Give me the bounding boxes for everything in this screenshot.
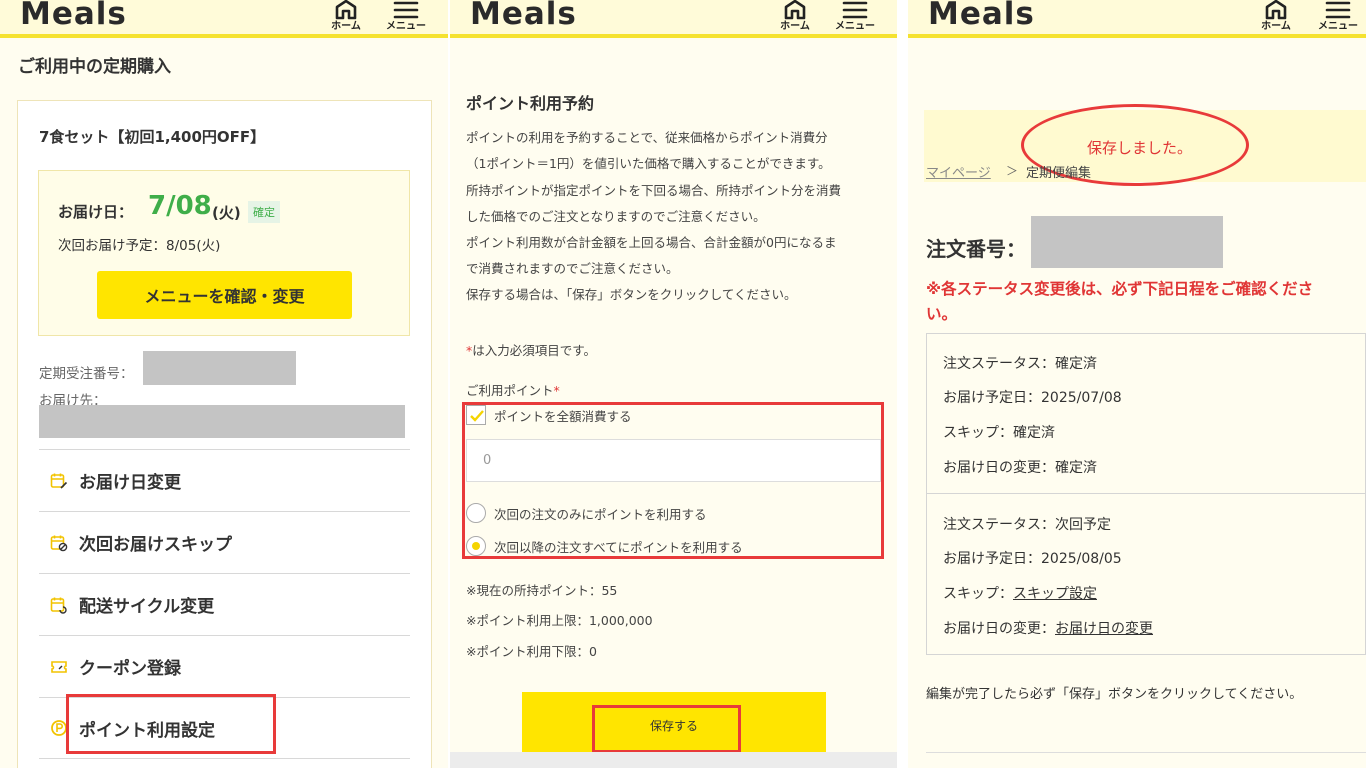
menu-nav[interactable]: メニュー: [384, 0, 428, 36]
app-header: Meals ホーム メニュー: [450, 0, 897, 38]
skip-next: スキップ：スキップ設定: [943, 586, 1097, 602]
footer-note: 編集が完了したら必ず「保存」ボタンをクリックしてください。: [926, 687, 1303, 702]
order-number-label: 定期受注番号：: [39, 366, 134, 382]
points-input[interactable]: [466, 439, 881, 482]
menu-nav[interactable]: メニュー: [833, 0, 877, 36]
plan-name: 7食セット【初回1,400円OFF】: [39, 128, 266, 146]
section-title: ポイント利用予約: [466, 94, 595, 113]
skip-setting-link[interactable]: スキップ設定: [1013, 586, 1097, 602]
home-nav[interactable]: ホーム: [1254, 0, 1298, 36]
save-button[interactable]: 保存する: [522, 692, 826, 758]
row-skip-next[interactable]: 次回お届けスキップ: [39, 511, 410, 573]
home-nav[interactable]: ホーム: [324, 0, 368, 36]
body-line: した価格でのご注文となりますのでご注意ください。: [466, 209, 766, 224]
calendar-cycle-icon: [50, 597, 67, 614]
menu-nav[interactable]: メニュー: [1316, 0, 1360, 36]
row-label: お届け日変更: [79, 473, 181, 493]
logo[interactable]: Meals: [470, 0, 577, 32]
row-label: 配送サイクル変更: [79, 597, 215, 617]
row-coupon[interactable]: クーポン登録: [39, 635, 410, 697]
option-next-only[interactable]: 次回の注文のみにポイントを利用する: [466, 503, 707, 523]
delivery-date: 7/08: [148, 191, 212, 221]
redacted-address: [39, 405, 405, 438]
breadcrumb-mypage-link[interactable]: マイページ: [926, 162, 991, 181]
row-delivery-cycle[interactable]: 配送サイクル変更: [39, 573, 410, 635]
home-nav[interactable]: ホーム: [773, 0, 817, 36]
breadcrumb-current: 定期便編集: [1026, 166, 1092, 181]
row-label: クーポン登録: [79, 659, 181, 679]
logo[interactable]: Meals: [928, 0, 1035, 32]
skip-current: スキップ：確定済: [943, 425, 1055, 441]
browser-bottom-bar: [450, 752, 897, 768]
warning-line-2: い。: [926, 305, 958, 323]
body-line: ポイントの利用を予約することで、従来価格からポイント消費分: [466, 130, 828, 145]
use-all-points-checkbox[interactable]: [466, 405, 486, 425]
hamburger-icon: [393, 1, 419, 19]
delivery-label: お届け日：: [58, 203, 134, 221]
status-current: 注文ステータス：確定済: [943, 356, 1097, 372]
radio-all-after[interactable]: [466, 536, 486, 556]
breadcrumb-separator: ＞: [1006, 164, 1019, 178]
hamburger-icon: [1325, 1, 1351, 19]
point-icon: [51, 720, 67, 736]
redacted-order-number: [143, 351, 296, 385]
warning-line-1: ※各ステータス変更後は、必ず下記日程をご確認くださ: [926, 280, 1314, 298]
divider: [926, 752, 1366, 753]
change-current: お届け日の変更：確定済: [943, 460, 1097, 476]
status-next: 注文ステータス：次回予定: [943, 517, 1111, 533]
page-title: ご利用中の定期購入: [18, 57, 171, 77]
body-line: （1ポイント＝1円）を値引いた価格で購入することができます。: [466, 156, 831, 171]
calendar-edit-icon: [50, 473, 68, 489]
home-icon: [335, 0, 357, 20]
row-label: 次回お届けスキップ: [79, 535, 232, 555]
radio-next-only[interactable]: [466, 503, 486, 523]
points-label: ご利用ポイント*: [466, 383, 560, 398]
min-points: ※ポイント利用下限：0: [466, 644, 597, 659]
change-next: お届け日の変更：お届け日の変更: [943, 621, 1153, 637]
current-points: ※現在の所持ポイント：55: [466, 583, 618, 598]
option-all-after[interactable]: 次回以降の注文すべてにポイントを利用する: [466, 536, 743, 556]
body-line: ポイント利用数が合計金額を上回る場合、合計金額が0円になるま: [466, 235, 837, 250]
delivery-date-change-link[interactable]: お届け日の変更: [1055, 621, 1153, 637]
body-line: で消費されますのでご注意ください。: [466, 261, 679, 276]
use-all-points-label: ポイントを全額消費する: [494, 408, 632, 424]
redacted-order-number: [1031, 216, 1223, 268]
home-icon: [784, 0, 806, 20]
next-delivery: 次回お届け予定：8/05(火): [58, 238, 221, 254]
body-line: 保存する場合は、「保存」ボタンをクリックしてください。: [466, 287, 797, 302]
hamburger-icon: [842, 1, 868, 19]
date-current: お届け予定日：2025/07/08: [943, 390, 1122, 406]
required-note: *は入力必須項目です。: [466, 343, 597, 358]
panel-subscription: Meals ホーム メニュー ご利用中の定期購入 7食セット【初回1,400円O…: [0, 0, 448, 768]
order-number-label: 注文番号：: [926, 237, 1026, 261]
row-point-setting[interactable]: ポイント利用設定: [39, 697, 410, 759]
row-label: ポイント利用設定: [79, 720, 215, 741]
use-all-points-checkbox-row[interactable]: ポイントを全額消費する: [466, 405, 632, 425]
home-icon: [1265, 0, 1287, 20]
logo[interactable]: Meals: [20, 0, 127, 32]
max-points: ※ポイント利用上限：1,000,000: [466, 613, 653, 628]
coupon-icon: [51, 660, 67, 673]
date-next: お届け予定日：2025/08/05: [943, 551, 1122, 567]
row-delivery-date-change[interactable]: お届け日変更: [39, 449, 410, 511]
status-badge: 確定: [248, 201, 280, 223]
calendar-skip-icon: [50, 535, 68, 551]
app-header: Meals ホーム メニュー: [908, 0, 1366, 38]
delivery-weekday: (火): [212, 204, 241, 222]
checkmark-icon: [470, 410, 484, 422]
menu-confirm-button[interactable]: メニューを確認・変更: [97, 271, 352, 319]
app-header: Meals ホーム メニュー: [0, 0, 448, 38]
saved-message: 保存しました。: [1087, 139, 1193, 157]
body-line: 所持ポイントが指定ポイントを下回る場合、所持ポイント分を消費: [466, 183, 842, 198]
